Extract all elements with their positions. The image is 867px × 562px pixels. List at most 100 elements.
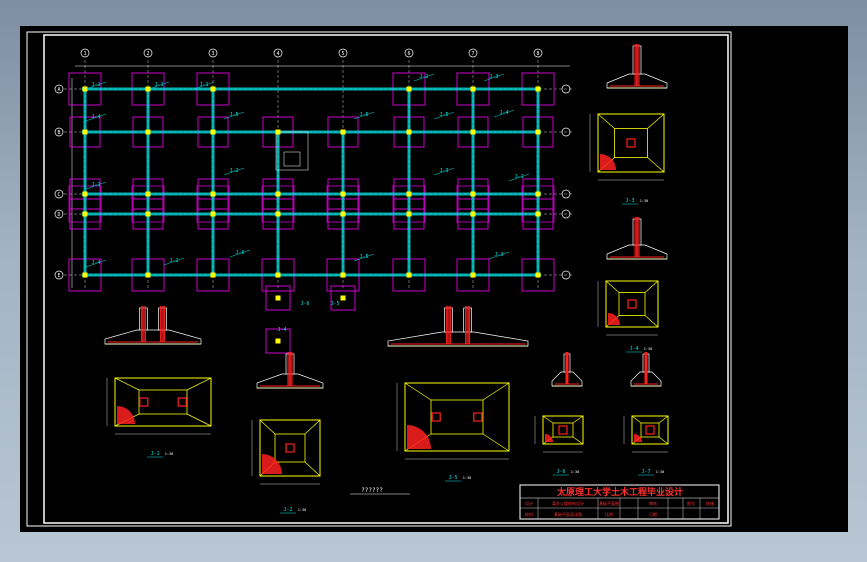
section-scale: 1:30 bbox=[298, 508, 306, 512]
column-plan bbox=[139, 397, 149, 407]
school-title: 太原理工大学土木工程毕业设计 bbox=[556, 486, 683, 498]
column-node bbox=[210, 86, 216, 92]
column-node bbox=[82, 211, 88, 217]
section-scale: 1:30 bbox=[644, 347, 652, 351]
column-node bbox=[340, 191, 346, 197]
column-plan bbox=[627, 299, 637, 309]
column-node bbox=[275, 191, 281, 197]
section-scale: 1:30 bbox=[640, 199, 648, 203]
footing-plan-slope bbox=[597, 113, 615, 129]
column-stub bbox=[139, 307, 148, 331]
column-node bbox=[535, 191, 541, 197]
column-node bbox=[340, 295, 346, 301]
title-cell: 某办公楼结构设计 bbox=[552, 500, 584, 506]
column-node bbox=[535, 272, 541, 278]
column-node bbox=[406, 191, 412, 197]
footing-plan-slope bbox=[658, 415, 669, 424]
axis-number-5: 5 bbox=[341, 51, 344, 57]
title-cell: 校对 bbox=[525, 511, 533, 517]
footing-plan-slope bbox=[482, 433, 510, 452]
footing-tag: J-3 bbox=[489, 74, 498, 80]
column-node bbox=[406, 129, 412, 135]
footing-plan-slope bbox=[259, 419, 276, 435]
column-node bbox=[406, 211, 412, 217]
footing-plan-slope bbox=[542, 415, 554, 424]
column-plan bbox=[285, 443, 295, 453]
title-cell: 审核 bbox=[649, 500, 657, 506]
footing-plan-slope bbox=[658, 436, 669, 445]
footing-tag: J-6 bbox=[300, 301, 309, 307]
rebar-quadrant bbox=[262, 454, 282, 474]
footing-plan-slope bbox=[186, 377, 212, 391]
section-label: J-5 bbox=[448, 475, 457, 481]
footing-tag: J-6 bbox=[235, 250, 244, 256]
column-plan bbox=[177, 397, 187, 407]
section-scale: 1:30 bbox=[571, 470, 579, 474]
footing-plan-inner bbox=[640, 422, 660, 438]
section-label: J-3 bbox=[625, 198, 634, 204]
column-node bbox=[82, 272, 88, 278]
section-label: J-6 bbox=[556, 469, 565, 475]
column-plan bbox=[473, 412, 483, 422]
title-cell: 设计 bbox=[525, 500, 533, 506]
footing-tag: J-2 bbox=[419, 74, 428, 80]
column-stub bbox=[463, 307, 472, 333]
column-node bbox=[210, 211, 216, 217]
footing-tag: J-5 bbox=[439, 112, 448, 118]
column-node bbox=[535, 86, 541, 92]
column-node bbox=[210, 272, 216, 278]
footing-plan-inner bbox=[614, 128, 648, 158]
footing-tag: J-1 bbox=[91, 82, 100, 88]
column-node bbox=[82, 129, 88, 135]
column-plan bbox=[626, 138, 636, 148]
axis-number-1: 1 bbox=[83, 51, 86, 57]
column-node bbox=[406, 86, 412, 92]
column-node bbox=[82, 191, 88, 197]
column-plan bbox=[645, 425, 655, 435]
column-stub bbox=[632, 218, 642, 246]
footing-tag: J-3 bbox=[439, 168, 448, 174]
axis-number-2: 2 bbox=[146, 51, 149, 57]
title-block: 太原理工大学土木工程毕业设计设计校对 某办公楼结构设计基础平面及详图 基础平面图比例… bbox=[519, 484, 720, 520]
column-node bbox=[340, 272, 346, 278]
section-label: J-7 bbox=[641, 469, 650, 475]
footing-tag: J-5 bbox=[359, 254, 368, 260]
column-stub bbox=[285, 353, 295, 375]
footing-tag: J-1 bbox=[154, 82, 163, 88]
axis-letter-E: E bbox=[57, 273, 60, 279]
axis-letter-D: D bbox=[57, 212, 60, 218]
column-plan bbox=[558, 425, 568, 435]
axis-number-7: 7 bbox=[471, 51, 474, 57]
rebar-quadrant bbox=[545, 434, 553, 442]
column-node bbox=[470, 86, 476, 92]
column-node bbox=[470, 129, 476, 135]
rebar-quadrant bbox=[608, 313, 620, 325]
section-scale: 1:30 bbox=[656, 470, 664, 474]
foundation-plan: 1 2 3 4 5 6 7 8 A B C D E J-1 J-1 J-1 J-2 J-3 J-4 J-5 J-6 J-5… bbox=[54, 48, 572, 354]
rebar-quadrant bbox=[117, 406, 135, 424]
footing-plan-slope bbox=[114, 377, 140, 391]
cad-viewport[interactable]: 1 2 3 4 5 6 7 8 A B C D E J-1 J-1 J-1 J-2 J-3 J-4 J-5 J-6 J-5… bbox=[20, 26, 848, 532]
footing-plan-slope bbox=[647, 157, 665, 173]
column-node bbox=[145, 129, 151, 135]
footing-tag: J-4 bbox=[91, 114, 100, 120]
column-node bbox=[340, 211, 346, 217]
column-node bbox=[470, 272, 476, 278]
column-node bbox=[340, 129, 346, 135]
column-node bbox=[470, 211, 476, 217]
column-node bbox=[275, 211, 281, 217]
stair-pit bbox=[275, 131, 309, 171]
column-stub bbox=[632, 45, 642, 75]
column-node bbox=[275, 338, 281, 344]
axis-number-8: 8 bbox=[536, 51, 539, 57]
footing-plan-slope bbox=[572, 436, 584, 445]
title-cell: 日期 bbox=[649, 511, 657, 517]
footing-tag: J-5 bbox=[229, 112, 238, 118]
column-node bbox=[275, 295, 281, 301]
column-node bbox=[535, 129, 541, 135]
title-cell: 基础平面图 bbox=[599, 500, 619, 506]
column-node bbox=[470, 191, 476, 197]
footing-details: J-3 1:30 J-4 1:30 J-6 1:30 J-7 1:30 J-1 1:30 J-2 1:… bbox=[104, 44, 669, 514]
column-node bbox=[275, 272, 281, 278]
footing-tag: J-4 bbox=[91, 260, 100, 266]
